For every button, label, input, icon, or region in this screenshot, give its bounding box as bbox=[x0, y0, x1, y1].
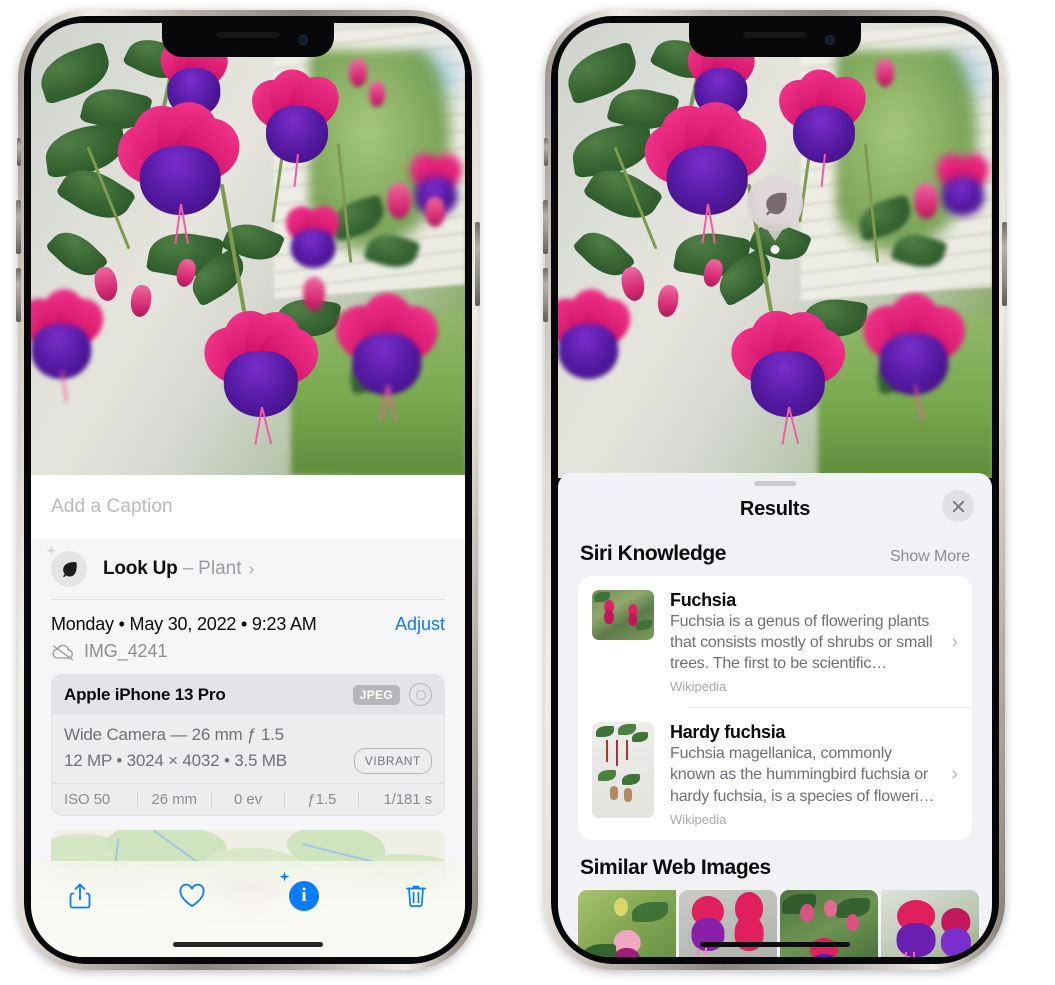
info-icon: i bbox=[279, 871, 319, 911]
siri-knowledge-card: Fuchsia Fuchsia is a genus of flowering … bbox=[578, 576, 972, 840]
photo-fuchsia-plant[interactable] bbox=[558, 23, 992, 478]
chevron-right-icon: › bbox=[951, 631, 958, 654]
results-title: Results bbox=[739, 497, 811, 520]
leaf-icon bbox=[46, 545, 87, 587]
look-up-kind: Plant bbox=[198, 558, 242, 579]
camera-model: Apple iPhone 13 Pro bbox=[64, 684, 226, 704]
notch bbox=[689, 23, 861, 57]
look-up-dash: – bbox=[182, 558, 194, 579]
front-camera bbox=[298, 35, 308, 45]
section-header-similar-web-images: Similar Web Images bbox=[558, 840, 992, 884]
trash-icon bbox=[406, 885, 426, 907]
caption-input[interactable]: Add a Caption bbox=[51, 496, 173, 518]
section-title: Similar Web Images bbox=[580, 855, 771, 879]
knowledge-description: Fuchsia is a genus of flowering plants t… bbox=[670, 613, 933, 673]
screenshot-canvas: Add a Caption Look Up – Plant › Monday •… bbox=[0, 0, 1055, 985]
earpiece-speaker bbox=[743, 32, 807, 38]
web-image-4[interactable] bbox=[881, 889, 979, 957]
chevron-right-icon: › bbox=[248, 559, 255, 579]
sparkle-icon bbox=[46, 545, 57, 556]
exif-focal: 26 mm bbox=[151, 790, 197, 808]
exif-row: ISO 50 26 mm 0 ev ƒ1.5 1/181 s bbox=[52, 782, 444, 815]
show-more-button[interactable]: Show More bbox=[890, 548, 970, 566]
knowledge-row[interactable]: Fuchsia Fuchsia is a genus of flowering … bbox=[578, 576, 972, 707]
left-phone-screen: Add a Caption Look Up – Plant › Monday •… bbox=[31, 23, 465, 957]
info-button[interactable]: i bbox=[279, 871, 323, 915]
knowledge-description: Fuchsia magellanica, commonly known as t… bbox=[670, 745, 935, 805]
section-title: Siri Knowledge bbox=[580, 542, 727, 565]
date-row: Monday • May 30, 2022 • 9:23 AM Adjust bbox=[31, 600, 465, 641]
file-row: IMG_4241 bbox=[31, 641, 465, 674]
favorite-button[interactable] bbox=[173, 877, 211, 915]
results-header: Results bbox=[558, 486, 992, 532]
leaf-icon bbox=[766, 192, 787, 216]
mute-switch[interactable] bbox=[17, 138, 21, 166]
adjust-button[interactable]: Adjust bbox=[395, 614, 445, 635]
photo-date: Monday • May 30, 2022 • 9:23 AM bbox=[51, 614, 317, 634]
web-image-1[interactable] bbox=[578, 889, 676, 957]
home-indicator[interactable] bbox=[700, 942, 850, 947]
close-icon bbox=[952, 500, 964, 512]
camera-info-card[interactable]: Apple iPhone 13 Pro JPEG Wide Camera — 2… bbox=[51, 674, 445, 816]
camera-card-body: Wide Camera — 26 mm ƒ 1.5 12 MP • 3024 ×… bbox=[52, 714, 444, 783]
knowledge-thumbnail bbox=[592, 722, 654, 819]
chevron-right-icon: › bbox=[951, 763, 958, 786]
image-size-line: 12 MP • 3024 × 4032 • 3.5 MB bbox=[64, 750, 287, 770]
volume-down-button[interactable] bbox=[543, 268, 548, 322]
exif-iso: ISO 50 bbox=[64, 790, 111, 808]
icloud-slash-icon bbox=[52, 644, 74, 660]
caption-row[interactable]: Add a Caption bbox=[31, 475, 465, 539]
exif-ev: 0 ev bbox=[234, 790, 262, 808]
earpiece-speaker bbox=[216, 32, 280, 38]
delete-button[interactable] bbox=[397, 877, 435, 915]
exif-aperture: ƒ1.5 bbox=[307, 790, 337, 808]
visual-look-up-badge[interactable] bbox=[747, 175, 803, 231]
heart-icon bbox=[179, 883, 205, 908]
results-sheet: Results Siri Knowledge Show More Fuchsia… bbox=[558, 473, 992, 957]
mute-switch[interactable] bbox=[544, 138, 548, 166]
volume-up-button[interactable] bbox=[16, 200, 21, 254]
right-phone: Results Siri Knowledge Show More Fuchsia… bbox=[543, 10, 1007, 970]
knowledge-source: Wikipedia bbox=[670, 679, 727, 695]
right-phone-screen: Results Siri Knowledge Show More Fuchsia… bbox=[558, 23, 992, 957]
leaf-glyph bbox=[63, 562, 77, 578]
share-button[interactable] bbox=[61, 877, 99, 915]
volume-down-button[interactable] bbox=[16, 268, 21, 322]
subject-dot bbox=[770, 245, 780, 254]
lens-line: Wide Camera — 26 mm ƒ 1.5 bbox=[64, 725, 284, 744]
knowledge-title: Hardy fuchsia bbox=[670, 722, 786, 743]
volume-up-button[interactable] bbox=[543, 200, 548, 254]
file-name: IMG_4241 bbox=[84, 641, 168, 661]
left-phone: Add a Caption Look Up – Plant › Monday •… bbox=[16, 10, 480, 970]
sparkle-icon bbox=[279, 871, 290, 882]
power-button[interactable] bbox=[475, 222, 480, 306]
knowledge-source: Wikipedia bbox=[670, 811, 727, 827]
photo-info-sheet: Add a Caption Look Up – Plant › Monday •… bbox=[31, 475, 465, 957]
close-button[interactable] bbox=[942, 490, 974, 522]
knowledge-title: Fuchsia bbox=[670, 590, 736, 610]
aperture-icon bbox=[409, 683, 432, 706]
look-up-row[interactable]: Look Up – Plant › bbox=[31, 539, 465, 599]
section-header-siri-knowledge: Siri Knowledge Show More bbox=[558, 532, 992, 576]
photo-fuchsia-plant[interactable] bbox=[31, 23, 465, 475]
exif-shutter: 1/181 s bbox=[383, 790, 432, 808]
share-icon bbox=[69, 883, 91, 909]
format-badge: JPEG bbox=[352, 684, 400, 705]
knowledge-row[interactable]: Hardy fuchsia Fuchsia magellanica, commo… bbox=[578, 708, 972, 839]
power-button[interactable] bbox=[1002, 222, 1007, 306]
notch bbox=[162, 23, 334, 57]
knowledge-thumbnail bbox=[592, 590, 654, 640]
look-up-label: Look Up bbox=[103, 558, 178, 579]
camera-card-header: Apple iPhone 13 Pro JPEG bbox=[52, 675, 444, 714]
home-indicator[interactable] bbox=[173, 942, 323, 947]
photographic-style-badge: VIBRANT bbox=[353, 747, 432, 774]
front-camera bbox=[825, 35, 835, 45]
